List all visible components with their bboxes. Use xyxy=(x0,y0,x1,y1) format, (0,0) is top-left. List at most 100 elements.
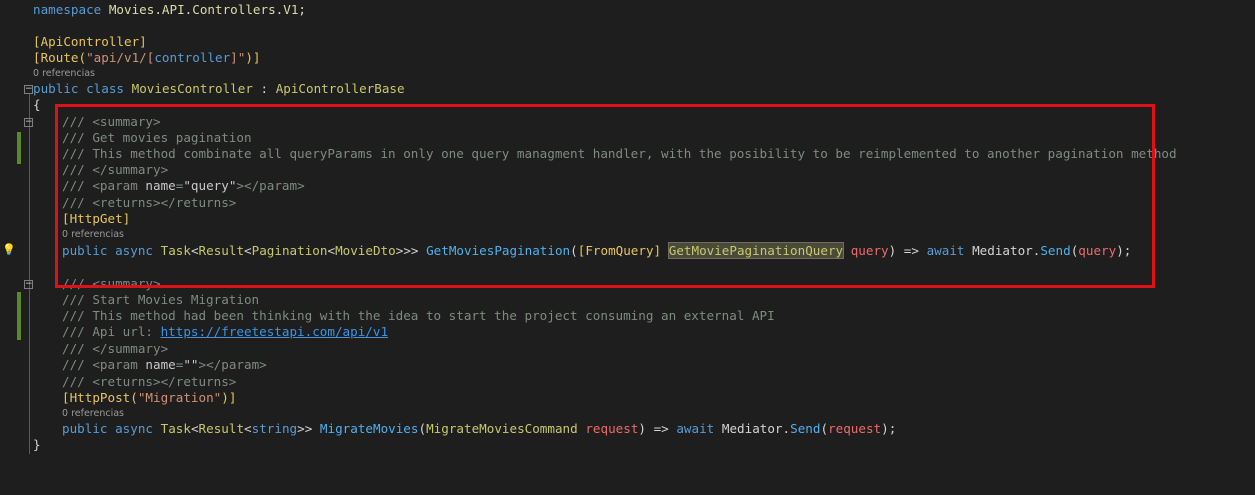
method-name: GetMoviesPagination xyxy=(426,243,571,258)
doc-comment: /// </summary> xyxy=(62,162,169,177)
parameter: query xyxy=(1078,243,1117,258)
type: Task xyxy=(160,421,191,436)
keyword: public xyxy=(62,421,108,436)
keyword: string xyxy=(251,421,298,436)
type: Pagination xyxy=(251,243,328,258)
punctuation: ) => xyxy=(638,421,669,436)
codelens-references[interactable]: 0 referencias xyxy=(62,229,124,241)
punctuation: ); xyxy=(881,421,897,436)
parameter: request xyxy=(585,421,639,436)
method-name: Send xyxy=(1040,243,1071,258)
punctuation: ); xyxy=(1116,243,1132,258)
brace: } xyxy=(33,437,41,452)
keyword: async xyxy=(115,421,154,436)
type: Result xyxy=(198,243,245,258)
doc-comment: /// <summary> xyxy=(62,114,161,129)
identifier: Mediator. xyxy=(972,243,1041,258)
codelens-references[interactable]: 0 referencias xyxy=(62,408,124,420)
type: MigrateMoviesCommand xyxy=(426,421,578,436)
punctuation: < xyxy=(327,243,336,258)
punctuation: ( xyxy=(570,243,578,258)
keyword: async xyxy=(115,243,154,258)
type: Result xyxy=(198,421,245,436)
lightbulb-icon[interactable]: 💡 xyxy=(2,244,16,256)
change-indicator xyxy=(17,292,21,340)
attribute: [FromQuery] xyxy=(577,243,662,258)
punctuation: : xyxy=(252,81,276,96)
code-line: [Route("api/v1/[controller]")] xyxy=(33,50,261,66)
punctuation: >> xyxy=(297,421,313,436)
api-url-link[interactable]: https://freetestapi.com/api/v1 xyxy=(161,324,388,339)
method-signature: public async Task<Result<Pagination<Movi… xyxy=(62,242,1132,259)
doc-comment: /// Get movies pagination xyxy=(62,130,252,145)
doc-comment: /// <param name=""></param> xyxy=(62,357,267,373)
punctuation: < xyxy=(244,243,252,258)
attribute: )] xyxy=(221,390,237,405)
parameter: query xyxy=(850,243,889,258)
doc-comment: /// <param name="query"></param> xyxy=(62,178,305,194)
comment-text: /// <param xyxy=(62,357,146,372)
type: MovieDto xyxy=(335,243,396,258)
change-indicator xyxy=(17,132,21,164)
class-name: MoviesController xyxy=(131,81,253,96)
keyword: await xyxy=(676,421,715,436)
comment-text: /// Api url: xyxy=(62,324,161,339)
punctuation: < xyxy=(190,243,199,258)
comment-text: /// <param xyxy=(62,178,146,193)
doc-comment: /// <returns></returns> xyxy=(62,374,237,389)
highlighted-type: GetMoviePaginationQuery xyxy=(667,242,845,259)
doc-comment: /// </summary> xyxy=(62,341,169,356)
punctuation: ) => xyxy=(888,243,919,258)
code-line: [ApiController] xyxy=(33,34,147,50)
attribute: [HttpGet] xyxy=(62,211,131,226)
punctuation: < xyxy=(244,421,252,436)
base-class-name: ApiControllerBase xyxy=(275,81,405,96)
doc-comment: /// Start Movies Migration xyxy=(62,292,260,307)
doc-comment: /// Api url: https://freetestapi.com/api… xyxy=(62,324,388,340)
fold-minus-icon[interactable]: − xyxy=(24,280,33,289)
keyword: class xyxy=(86,81,125,96)
fold-minus-icon[interactable]: − xyxy=(24,85,33,94)
doc-comment: /// This method had been thinking with t… xyxy=(62,308,775,323)
keyword: public xyxy=(33,81,79,96)
attribute: )] xyxy=(245,50,261,65)
comment-text: ></param> xyxy=(236,178,305,193)
method-signature: public async Task<Result<string>> Migrat… xyxy=(62,421,897,436)
brace: { xyxy=(33,97,41,112)
xml-attr-value: "query" xyxy=(183,178,237,193)
code-editor[interactable]: − − − 💡 namespace Movies.API.Controllers… xyxy=(0,0,1255,495)
attribute: [HttpPost( xyxy=(62,390,138,405)
string: "Migration" xyxy=(137,390,222,405)
doc-comment: /// This method combinate all queryParam… xyxy=(62,146,1177,161)
parameter: request xyxy=(828,421,882,436)
punctuation: < xyxy=(190,421,199,436)
comment-text: ></param> xyxy=(198,357,267,372)
punctuation: >>> xyxy=(395,243,419,258)
code-line: } xyxy=(33,437,41,453)
code-line: namespace Movies.API.Controllers.V1; xyxy=(33,2,306,18)
method-name: MigrateMovies xyxy=(319,421,419,436)
identifier: Mediator. xyxy=(721,421,791,436)
code-line: { xyxy=(33,97,41,113)
fold-minus-icon[interactable]: − xyxy=(24,118,33,127)
route-token: controller xyxy=(154,50,231,65)
attribute-line: [HttpPost("Migration")] xyxy=(62,390,236,406)
codelens-references[interactable]: 0 referencias xyxy=(33,68,95,80)
attribute: [Route( xyxy=(33,50,87,65)
punctuation: ( xyxy=(418,421,427,436)
attribute: [ApiController] xyxy=(33,34,147,49)
method-name: Send xyxy=(790,421,821,436)
outline-guide xyxy=(29,94,30,454)
xml-attr-value: "" xyxy=(183,357,199,372)
namespace-name: Movies.API.Controllers.V1; xyxy=(108,2,306,17)
doc-comment: /// <summary> xyxy=(62,276,161,291)
keyword: await xyxy=(926,243,965,258)
type: Task xyxy=(160,243,191,258)
doc-comment: /// <returns></returns> xyxy=(62,195,237,210)
code-line: public class MoviesController : ApiContr… xyxy=(33,81,405,97)
keyword: namespace xyxy=(33,2,102,17)
keyword: public xyxy=(62,243,108,258)
string: "api/v1/[ xyxy=(86,50,155,65)
xml-attr: name xyxy=(145,357,176,372)
xml-attr: name xyxy=(145,178,176,193)
